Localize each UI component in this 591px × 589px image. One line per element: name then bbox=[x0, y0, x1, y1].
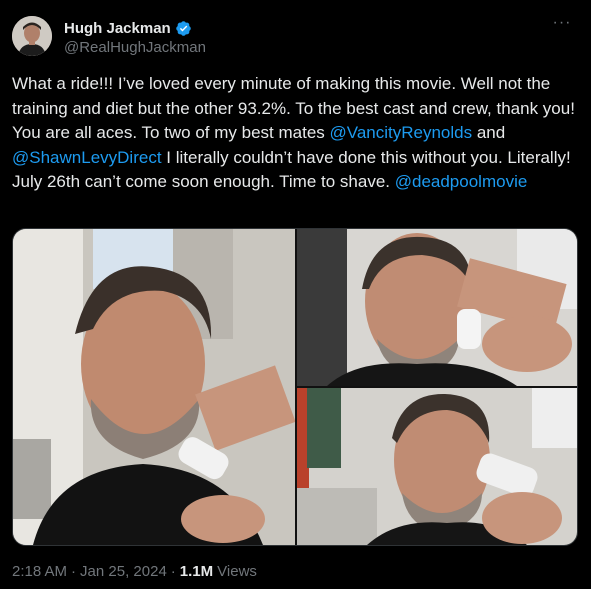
photo-2-image bbox=[297, 229, 577, 386]
tweet-meta: 2:18 AM · Jan 25, 2024 · 1.1M Views bbox=[12, 563, 257, 580]
display-name-row: Hugh Jackman bbox=[64, 18, 206, 38]
author-handle[interactable]: @RealHughJackman bbox=[64, 39, 206, 56]
tweet-date[interactable]: Jan 25, 2024 bbox=[80, 563, 167, 580]
photo-1[interactable] bbox=[13, 229, 295, 545]
views-count[interactable]: 1.1M bbox=[180, 563, 213, 580]
media-grid bbox=[12, 228, 578, 546]
mention-link-vancityreynolds[interactable]: @VancityReynolds bbox=[330, 123, 473, 142]
author-names: Hugh Jackman @RealHughJackman bbox=[64, 18, 206, 57]
tweet-header: Hugh Jackman @RealHughJackman ··· bbox=[12, 14, 580, 60]
photo-3[interactable] bbox=[297, 388, 577, 545]
more-horizontal-icon[interactable]: ··· bbox=[550, 14, 574, 38]
tweet-text-segment: and bbox=[472, 123, 506, 142]
avatar[interactable] bbox=[12, 16, 52, 56]
photo-3-image bbox=[297, 388, 577, 545]
photo-2[interactable] bbox=[297, 229, 577, 386]
tweet-time[interactable]: 2:18 AM bbox=[12, 563, 67, 580]
mention-link-shawnlevydirect[interactable]: @ShawnLevyDirect bbox=[12, 148, 162, 167]
photo-1-image bbox=[13, 229, 295, 545]
tweet-text: What a ride!!! I’ve loved every minute o… bbox=[12, 72, 578, 195]
views-label: Views bbox=[217, 563, 257, 580]
avatar-image bbox=[12, 16, 52, 56]
author-display-name[interactable]: Hugh Jackman bbox=[64, 20, 171, 37]
verified-badge-icon[interactable] bbox=[175, 20, 192, 37]
meta-separator: · bbox=[71, 563, 77, 580]
meta-separator: · bbox=[170, 563, 176, 580]
tweet-card: Hugh Jackman @RealHughJackman ··· What a… bbox=[0, 0, 591, 589]
mention-link-deadpoolmovie[interactable]: @deadpoolmovie bbox=[395, 172, 528, 191]
